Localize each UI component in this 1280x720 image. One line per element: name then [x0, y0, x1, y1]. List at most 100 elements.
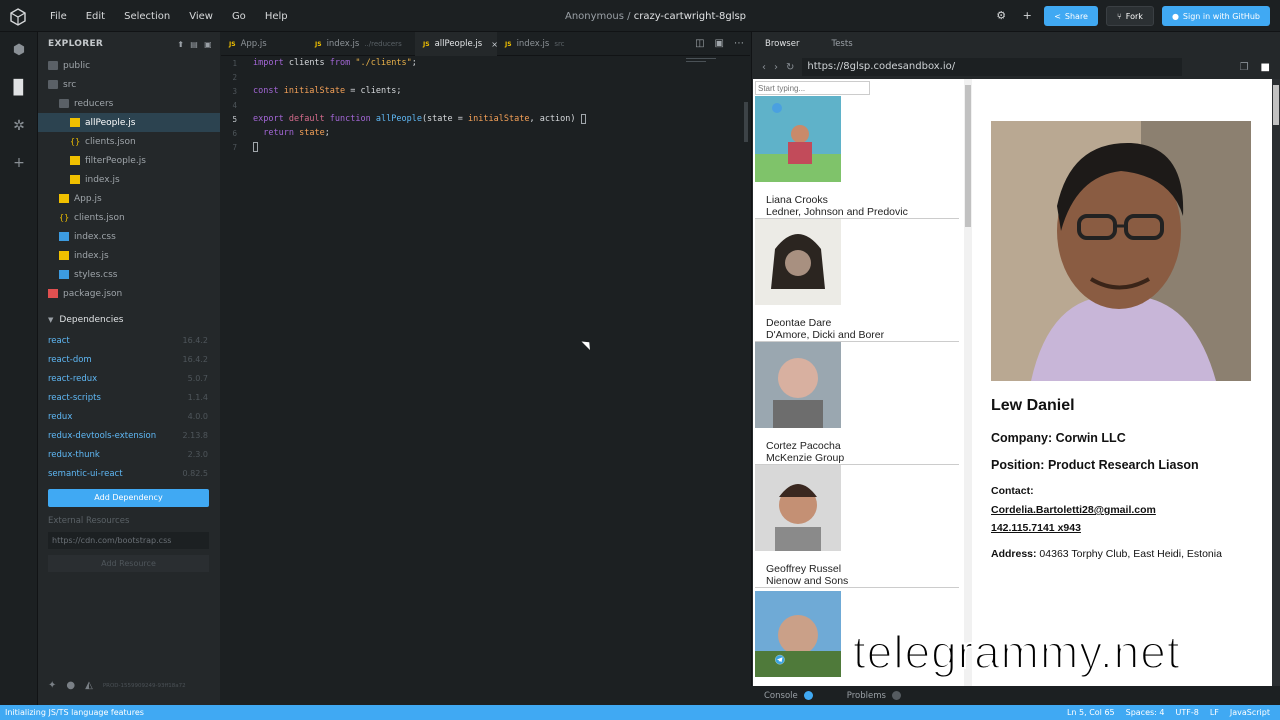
- editor-tab[interactable]: JS allPeople.js ×: [415, 32, 498, 56]
- file-tree-item[interactable]: styles.css: [38, 265, 220, 284]
- file-tree-item[interactable]: index.js: [38, 170, 220, 189]
- twitter-icon[interactable]: ✦: [48, 680, 56, 691]
- plus-icon[interactable]: +: [1018, 7, 1036, 25]
- resource-url-input[interactable]: https://cdn.com/bootstrap.css: [48, 532, 209, 549]
- signin-github-button[interactable]: ● Sign in with GitHub: [1161, 6, 1270, 26]
- dependency-item[interactable]: react-redux 5.0.7: [38, 369, 220, 388]
- file-tree-item[interactable]: {} clients.json: [38, 132, 220, 151]
- code-line: 2: [232, 72, 237, 82]
- editor-tab[interactable]: JS index.js src: [497, 32, 577, 56]
- cube-icon[interactable]: ⬢: [11, 42, 27, 58]
- file-tree-item[interactable]: allPeople.js: [38, 113, 220, 132]
- email-link[interactable]: Cordelia.Bartoletti28@gmail.com: [991, 504, 1156, 516]
- explorer-sidebar: EXPLORER ⬆ ▤ ▣ public src reducers allPeopl…: [38, 32, 220, 705]
- pkg-file-icon: [48, 289, 58, 298]
- github-icon[interactable]: ●: [66, 680, 75, 691]
- add-dependency-button[interactable]: Add Dependency: [48, 489, 209, 507]
- more-icon[interactable]: ⋯: [734, 38, 744, 49]
- cursor-position[interactable]: Ln 5, Col 65: [1067, 708, 1115, 717]
- address-value: 04363 Torphy Club, East Heidi, Estonia: [1036, 548, 1222, 560]
- editor-tab-label: App.js: [240, 39, 267, 49]
- language-mode[interactable]: JavaScript: [1230, 708, 1270, 717]
- refresh-icon[interactable]: ↻: [786, 62, 794, 73]
- phone-link[interactable]: 142.115.7141 x943: [991, 522, 1081, 534]
- split-view-icon[interactable]: ◫: [695, 38, 704, 49]
- sandbox-name[interactable]: crazy-cartwright-8glsp: [634, 11, 746, 22]
- dependency-item[interactable]: react 16.4.2: [38, 331, 220, 350]
- explorer-header: EXPLORER ⬆ ▤ ▣: [38, 32, 220, 56]
- fork-button[interactable]: ⑂ Fork: [1105, 6, 1154, 26]
- file-tree-item[interactable]: {} clients.json: [38, 208, 220, 227]
- file-tree-label: src: [63, 79, 77, 90]
- copy-icon[interactable]: ❐: [1240, 62, 1249, 73]
- upload-icon[interactable]: ⬆: [177, 40, 184, 49]
- editor-tab-label: index.js: [326, 39, 360, 49]
- preview-scrollbar[interactable]: [1272, 79, 1280, 686]
- line-ending[interactable]: LF: [1210, 708, 1219, 717]
- bracket-match: [253, 142, 258, 152]
- tab-problems[interactable]: Problems: [847, 690, 901, 701]
- menu-item-go[interactable]: Go: [232, 11, 246, 22]
- list-item[interactable]: Cortez Pacocha McKenzie Group: [755, 342, 959, 465]
- preview-icon[interactable]: ▣: [715, 38, 724, 49]
- list-scrollbar[interactable]: [964, 79, 972, 686]
- watermark-text: telegrammy.net: [852, 625, 1181, 679]
- url-input[interactable]: https://8glsp.codesandbox.io/: [802, 58, 1183, 76]
- file-tree-item[interactable]: filterPeople.js: [38, 151, 220, 170]
- list-item[interactable]: Geoffrey Russel Nienow and Sons: [755, 465, 959, 588]
- menu-item-file[interactable]: File: [50, 11, 67, 22]
- new-file-icon[interactable]: ▤: [190, 40, 198, 49]
- menu-item-selection[interactable]: Selection: [124, 11, 170, 22]
- dependency-item[interactable]: redux-thunk 2.3.0: [38, 445, 220, 464]
- dependency-item[interactable]: react-dom 16.4.2: [38, 350, 220, 369]
- file-tree-label: reducers: [74, 98, 114, 109]
- address-label: Address:: [991, 548, 1037, 560]
- tab-tests[interactable]: Tests: [831, 39, 852, 49]
- file-tree-label: clients.json: [74, 212, 125, 223]
- back-icon[interactable]: ‹: [762, 62, 766, 73]
- file-tree-item[interactable]: reducers: [38, 94, 220, 113]
- dependency-item[interactable]: redux 4.0.0: [38, 407, 220, 426]
- list-item[interactable]: Deontae Dare D'Amore, Dicki and Borer: [755, 219, 959, 342]
- file-tree-item[interactable]: src: [38, 75, 220, 94]
- tab-browser[interactable]: Browser: [765, 39, 799, 49]
- search-input[interactable]: [755, 81, 870, 95]
- file-tree-item[interactable]: public: [38, 56, 220, 75]
- menu-item-edit[interactable]: Edit: [86, 11, 105, 22]
- file-tree-item[interactable]: index.css: [38, 227, 220, 246]
- forward-icon[interactable]: ›: [774, 62, 778, 73]
- file-tree-item[interactable]: package.json: [38, 284, 220, 303]
- list-item[interactable]: Liana Crooks Ledner, Johnson and Predovi…: [755, 96, 959, 219]
- file-icon[interactable]: ▉: [11, 80, 27, 96]
- editor-tab[interactable]: JS index.js ../reducers: [307, 32, 415, 56]
- share-button[interactable]: < Share: [1044, 6, 1098, 26]
- dependency-item[interactable]: redux-devtools-extension 2.13.8: [38, 426, 220, 445]
- dependency-item[interactable]: semantic-ui-react 0.82.5: [38, 464, 220, 483]
- new-window-icon[interactable]: ■: [1261, 62, 1270, 73]
- file-tree-item[interactable]: App.js: [38, 189, 220, 208]
- editor-tab-label: index.js: [516, 39, 550, 49]
- sandbox-title: Anonymous / crazy-cartwright-8glsp: [565, 11, 746, 22]
- indentation[interactable]: Spaces: 4: [1126, 708, 1165, 717]
- encoding[interactable]: UTF-8: [1176, 708, 1199, 717]
- menu-item-help[interactable]: Help: [265, 11, 288, 22]
- code-area[interactable]: 1 import clients from "./clients"; 2 3 con…: [221, 56, 750, 154]
- editor-tab[interactable]: JS App.js: [221, 32, 307, 56]
- fork-label: Fork: [1125, 11, 1143, 21]
- preview-viewport: Liana Crooks Ledner, Johnson and Predovi…: [753, 79, 1272, 686]
- discord-icon[interactable]: ◭: [85, 680, 93, 691]
- portrait-image: [991, 121, 1251, 381]
- menu-item-view[interactable]: View: [189, 11, 213, 22]
- tab-console[interactable]: Console: [764, 690, 813, 701]
- add-resource-button[interactable]: Add Resource: [48, 555, 209, 572]
- codesandbox-logo-icon[interactable]: [9, 8, 27, 26]
- dependency-item[interactable]: react-scripts 1.1.4: [38, 388, 220, 407]
- dependencies-header[interactable]: ▼ Dependencies: [38, 309, 220, 331]
- add-icon[interactable]: +: [11, 155, 27, 171]
- person-company: Ledner, Johnson and Predovic: [766, 206, 908, 218]
- file-tree-item[interactable]: index.js: [38, 246, 220, 265]
- new-folder-icon[interactable]: ▣: [204, 40, 212, 49]
- settings-panel-icon[interactable]: ✲: [11, 118, 27, 134]
- title-separator: /: [623, 11, 634, 22]
- gear-icon[interactable]: ⚙: [992, 7, 1010, 25]
